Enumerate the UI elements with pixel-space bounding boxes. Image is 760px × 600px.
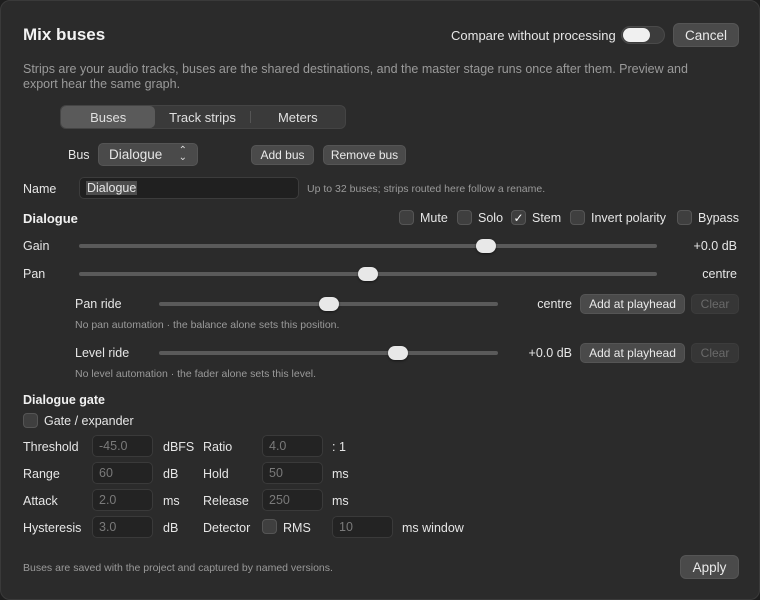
bus-label: Bus bbox=[68, 148, 90, 162]
gain-slider-thumb[interactable] bbox=[476, 239, 497, 253]
detector-label: Detector bbox=[203, 521, 251, 535]
gain-slider[interactable] bbox=[79, 239, 657, 253]
hold-field[interactable]: 50 bbox=[262, 462, 323, 484]
strip-heading: Dialogue bbox=[23, 211, 78, 226]
level-ride-note: No level automation · the fader alone se… bbox=[75, 368, 317, 380]
level-ride-slider-thumb[interactable] bbox=[387, 346, 408, 360]
release-field[interactable]: 250 bbox=[262, 489, 323, 511]
pan-ride-label: Pan ride bbox=[75, 297, 122, 311]
gate-enable-label: Gate / expander bbox=[44, 414, 134, 428]
tab-bar: Buses Track strips Meters bbox=[60, 105, 346, 129]
ratio-label: Ratio bbox=[203, 440, 233, 454]
name-field[interactable]: Dialogue bbox=[79, 177, 299, 199]
dialog-description: Strips are your audio tracks, buses are … bbox=[23, 62, 688, 91]
gain-label: Gain bbox=[23, 239, 50, 253]
pan-slider[interactable] bbox=[79, 267, 657, 281]
level-ride-label: Level ride bbox=[75, 346, 130, 360]
tab-track-strips[interactable]: Track strips bbox=[155, 110, 251, 125]
pan-ride-add-button[interactable]: Add at playhead bbox=[580, 294, 685, 314]
range-unit: dB bbox=[163, 467, 179, 481]
release-unit: ms bbox=[332, 494, 349, 508]
footer-note: Buses are saved with the project and cap… bbox=[23, 562, 333, 574]
pan-value: centre bbox=[702, 267, 737, 281]
solo-label: Solo bbox=[478, 211, 504, 225]
window-field[interactable]: 10 bbox=[332, 516, 393, 538]
chevron-up-down-icon: ⌃ ⌄ bbox=[178, 145, 187, 163]
window-unit: ms window bbox=[402, 521, 464, 535]
tab-buses[interactable]: Buses bbox=[61, 106, 156, 128]
attack-field[interactable]: 2.0 bbox=[92, 489, 153, 511]
pan-ride-clear-button[interactable]: Clear bbox=[691, 294, 739, 314]
pan-label: Pan bbox=[23, 267, 46, 281]
hold-label: Hold bbox=[203, 467, 229, 481]
level-ride-add-button[interactable]: Add at playhead bbox=[580, 343, 685, 363]
hold-unit: ms bbox=[332, 467, 349, 481]
cancel-button[interactable]: Cancel bbox=[673, 23, 739, 47]
threshold-unit: dBFS bbox=[163, 440, 195, 454]
add-bus-button[interactable]: Add bus bbox=[251, 145, 314, 165]
ratio-unit: : 1 bbox=[332, 440, 346, 454]
gate-heading: Dialogue gate bbox=[23, 393, 105, 407]
pan-ride-slider[interactable] bbox=[159, 297, 498, 311]
mix-buses-dialog: Mix buses Compare without processing Can… bbox=[0, 0, 760, 600]
threshold-label: Threshold bbox=[23, 440, 79, 454]
threshold-field[interactable]: -45.0 bbox=[92, 435, 153, 457]
bypass-checkbox[interactable] bbox=[677, 210, 692, 225]
rms-label: RMS bbox=[283, 521, 311, 535]
release-label: Release bbox=[203, 494, 249, 508]
mute-label: Mute bbox=[420, 211, 448, 225]
apply-button[interactable]: Apply bbox=[680, 555, 739, 579]
gate-enable-checkbox[interactable] bbox=[23, 413, 38, 428]
rms-checkbox[interactable] bbox=[262, 519, 277, 534]
range-field[interactable]: 60 bbox=[92, 462, 153, 484]
invert-polarity-label: Invert polarity bbox=[591, 211, 667, 225]
range-label: Range bbox=[23, 467, 60, 481]
ratio-field[interactable]: 4.0 bbox=[262, 435, 323, 457]
solo-checkbox[interactable] bbox=[457, 210, 472, 225]
compare-toggle[interactable] bbox=[621, 26, 665, 44]
name-hint: Up to 32 buses; strips routed here follo… bbox=[307, 183, 546, 195]
mute-checkbox[interactable] bbox=[399, 210, 414, 225]
level-ride-value: +0.0 dB bbox=[528, 346, 572, 360]
hysteresis-field[interactable]: 3.0 bbox=[92, 516, 153, 538]
dialog-title: Mix buses bbox=[23, 25, 106, 44]
compare-label: Compare without processing bbox=[451, 28, 616, 43]
pan-ride-value: centre bbox=[537, 297, 572, 311]
bypass-label: Bypass bbox=[698, 211, 739, 225]
hysteresis-label: Hysteresis bbox=[23, 521, 82, 535]
level-ride-slider[interactable] bbox=[159, 346, 498, 360]
stem-label: Stem bbox=[532, 211, 562, 225]
checkmark-icon: ✓ bbox=[513, 210, 524, 225]
level-ride-clear-button[interactable]: Clear bbox=[691, 343, 739, 363]
bus-select-value: Dialogue bbox=[109, 147, 163, 162]
pan-slider-thumb[interactable] bbox=[358, 267, 378, 281]
invert-polarity-checkbox[interactable] bbox=[570, 210, 585, 225]
pan-ride-slider-thumb[interactable] bbox=[318, 297, 339, 311]
attack-label: Attack bbox=[23, 494, 58, 508]
hysteresis-unit: dB bbox=[163, 521, 179, 535]
attack-unit: ms bbox=[163, 494, 180, 508]
tab-meters[interactable]: Meters bbox=[251, 106, 345, 128]
bus-select[interactable]: Dialogue ⌃ ⌄ bbox=[98, 143, 198, 166]
name-field-value: Dialogue bbox=[86, 181, 138, 195]
toggle-knob bbox=[623, 28, 650, 42]
stem-checkbox[interactable]: ✓ bbox=[511, 210, 526, 225]
pan-ride-note: No pan automation · the balance alone se… bbox=[75, 319, 340, 331]
name-label: Name bbox=[23, 182, 57, 196]
remove-bus-button[interactable]: Remove bus bbox=[323, 145, 406, 165]
gain-value: +0.0 dB bbox=[693, 239, 737, 253]
